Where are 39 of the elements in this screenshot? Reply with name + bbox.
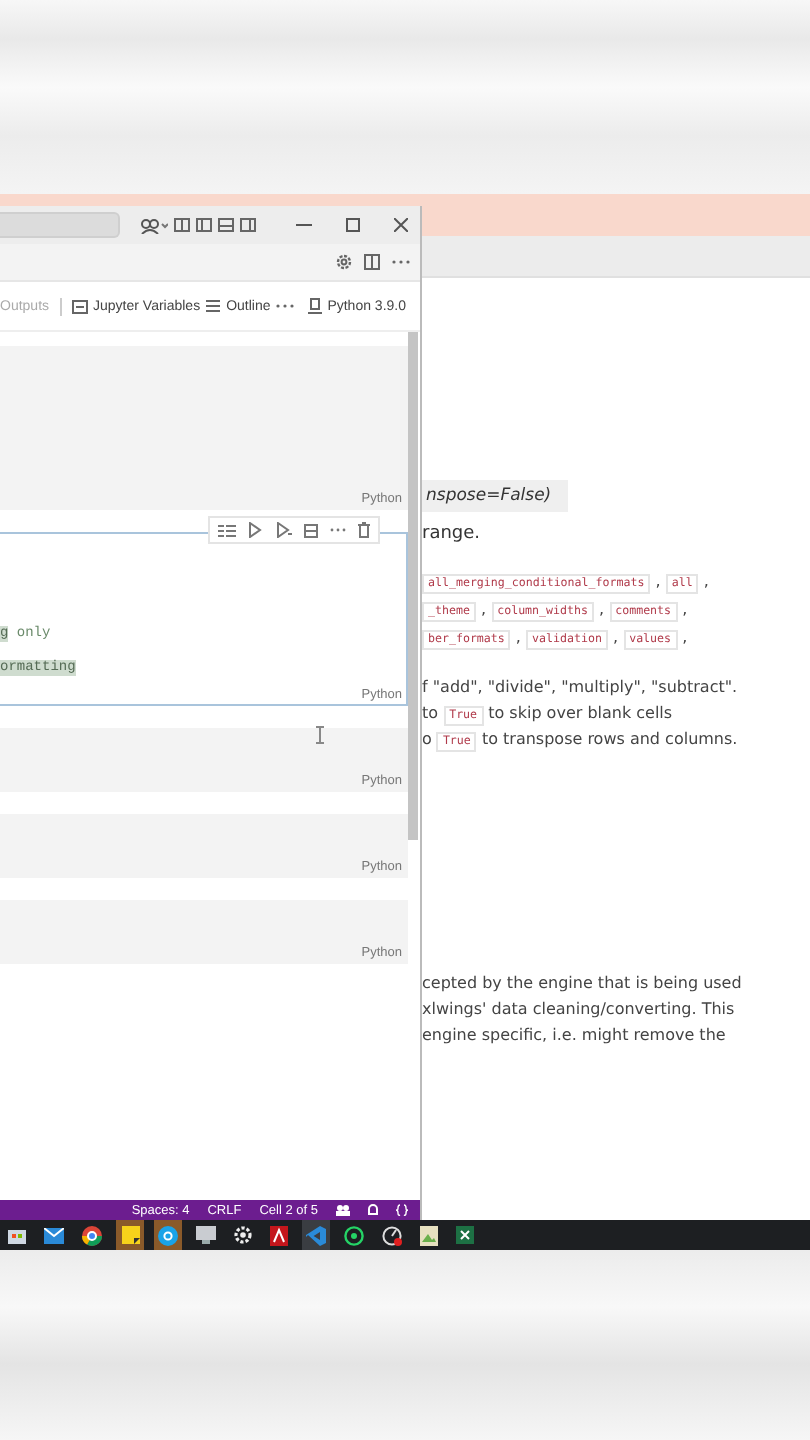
list-icon — [206, 300, 221, 312]
mail-icon[interactable] — [44, 1227, 64, 1243]
browser-icon[interactable] — [82, 1225, 102, 1245]
close-icon[interactable] — [394, 218, 408, 232]
pdf-icon[interactable] — [270, 1225, 288, 1245]
paragraph-line: cepted by the engine that is being used — [422, 974, 742, 992]
run-above-icon[interactable] — [248, 522, 264, 538]
scrollbar[interactable] — [408, 332, 418, 840]
computer-icon[interactable] — [196, 1226, 216, 1244]
layout-icon[interactable] — [174, 218, 190, 232]
run-by-line-icon[interactable] — [218, 523, 236, 537]
description-text: range. — [422, 524, 481, 544]
sidebar-toggle-icon[interactable] — [196, 218, 212, 232]
bell-icon[interactable] — [368, 1204, 378, 1216]
search-field[interactable] — [0, 212, 120, 238]
text-cursor-icon — [316, 726, 324, 744]
spreadsheet-icon[interactable] — [456, 1226, 474, 1244]
braces-icon[interactable] — [396, 1204, 408, 1216]
image-viewer-icon[interactable] — [420, 1225, 438, 1245]
parameter-description: f "add", "divide", "multiply", "subtract". — [422, 678, 738, 696]
store-icon[interactable] — [8, 1226, 26, 1244]
split-editor-icon[interactable] — [364, 254, 380, 270]
split-cell-icon[interactable] — [304, 523, 318, 537]
panel-toggle-icon[interactable] — [218, 218, 234, 232]
paragraph-line: xlwings' data cleaning/converting. This — [422, 1000, 737, 1018]
variables-icon — [71, 299, 88, 313]
notes-icon[interactable] — [116, 1220, 144, 1250]
function-signature: nspose=False) — [422, 480, 568, 512]
sidebar-toggle-icon[interactable] — [240, 218, 256, 232]
accounts-icon[interactable] — [336, 1204, 350, 1216]
paragraph-line: engine specific, i.e. might remove the — [422, 1026, 728, 1044]
accounts-icon[interactable] — [140, 217, 168, 233]
chat-app-icon[interactable] — [154, 1220, 182, 1250]
delete-icon[interactable] — [358, 522, 370, 538]
kernel-icon — [307, 298, 322, 314]
maximize-icon[interactable] — [346, 218, 360, 232]
run-below-icon[interactable] — [276, 522, 292, 538]
phone-chat-icon[interactable] — [344, 1225, 364, 1245]
gauge-icon[interactable] — [382, 1225, 402, 1245]
